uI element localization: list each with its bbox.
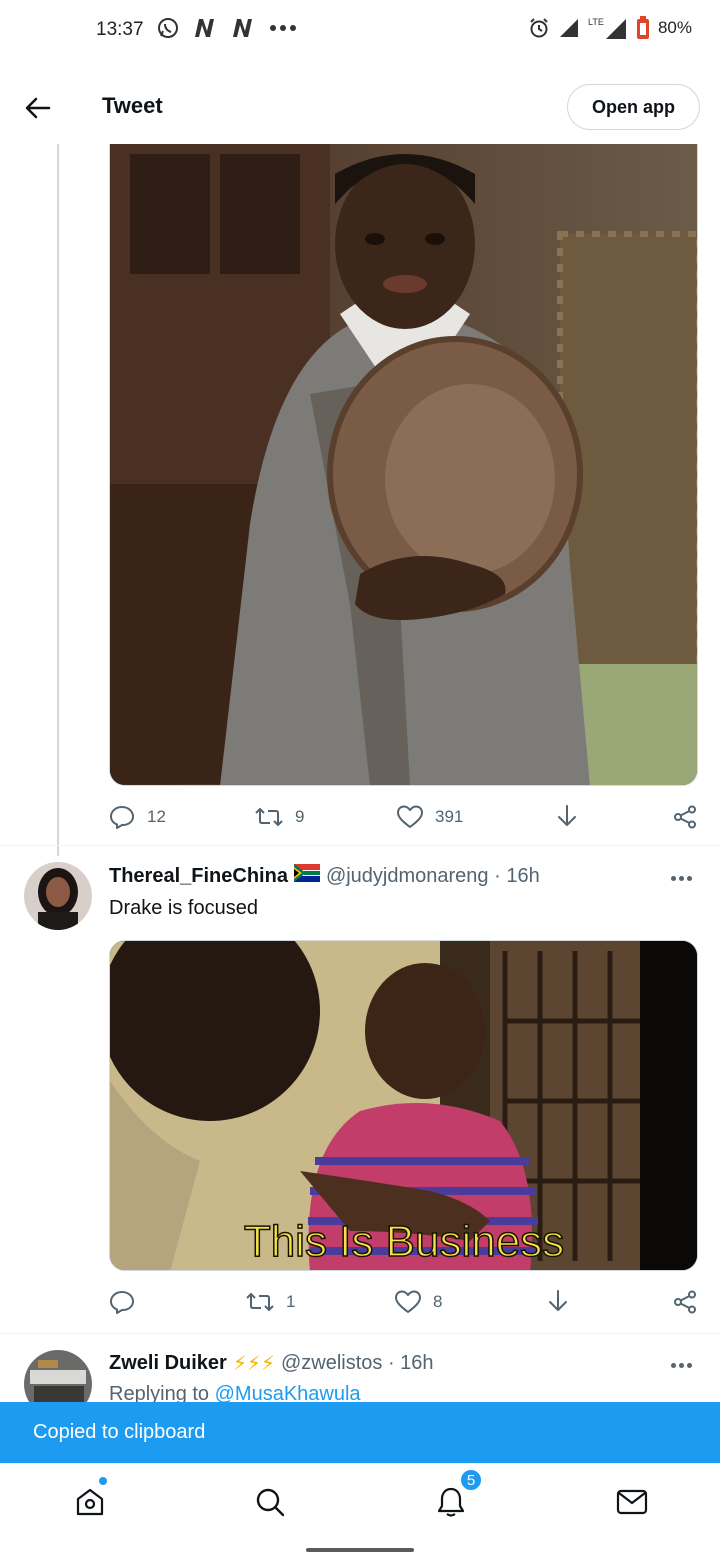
tweet-actions: 1 8 bbox=[109, 1284, 699, 1320]
download-button[interactable] bbox=[546, 1289, 570, 1315]
status-time: 13:37 bbox=[96, 19, 144, 40]
media-caption: This Is Business bbox=[244, 1217, 564, 1266]
search-icon bbox=[256, 1488, 285, 1517]
battery-icon bbox=[636, 16, 650, 40]
dot bbox=[678, 1362, 684, 1368]
share-icon bbox=[674, 1290, 696, 1314]
news-n-icon bbox=[192, 17, 218, 39]
retweet-button[interactable]: 1 bbox=[246, 1290, 295, 1314]
like-button[interactable]: 391 bbox=[397, 805, 463, 829]
home-unread-dot bbox=[98, 1476, 108, 1486]
nav-search[interactable] bbox=[250, 1482, 290, 1522]
tweet-text: Drake is focused bbox=[109, 897, 258, 919]
retweet-button[interactable]: 9 bbox=[255, 805, 304, 829]
toast-notification: Copied to clipboard bbox=[0, 1402, 720, 1463]
heart-icon bbox=[395, 1290, 421, 1313]
news-n-icon-2 bbox=[230, 17, 256, 39]
more-options-button[interactable] bbox=[666, 1355, 696, 1375]
reply-button[interactable] bbox=[109, 1289, 147, 1315]
nav-home[interactable] bbox=[70, 1476, 110, 1522]
this-is-business-gif: This Is Business bbox=[110, 941, 697, 1270]
avatar[interactable] bbox=[24, 862, 92, 930]
like-count: 8 bbox=[433, 1292, 443, 1311]
download-button[interactable] bbox=[555, 804, 579, 830]
home-icon bbox=[76, 1488, 104, 1516]
back-button[interactable] bbox=[18, 88, 58, 128]
like-button[interactable]: 8 bbox=[395, 1290, 442, 1314]
handle-and-time[interactable]: @judyjdmonareng · 16h bbox=[326, 865, 540, 888]
retweet-icon bbox=[255, 807, 283, 827]
boy-with-hat-photo bbox=[110, 144, 697, 785]
more-notifications-icon bbox=[268, 23, 298, 33]
system-home-indicator[interactable] bbox=[306, 1548, 414, 1552]
reply-icon bbox=[110, 806, 134, 829]
nav-messages[interactable] bbox=[612, 1482, 652, 1522]
dot bbox=[678, 875, 684, 881]
download-icon bbox=[558, 805, 576, 826]
tweet-actions: 12 9 391 bbox=[109, 799, 699, 835]
whatsapp-icon bbox=[156, 16, 180, 40]
alarm-icon bbox=[528, 17, 550, 39]
mail-icon bbox=[616, 1489, 648, 1515]
lightning-emoji: ⚡⚡⚡ bbox=[232, 1353, 275, 1375]
reply-count: 12 bbox=[147, 807, 166, 826]
app-header: Tweet Open app bbox=[0, 70, 720, 144]
dot bbox=[670, 875, 676, 881]
share-button[interactable] bbox=[673, 805, 697, 829]
page-title: Tweet bbox=[102, 93, 163, 118]
retweet-count: 9 bbox=[295, 807, 305, 826]
share-icon bbox=[674, 805, 696, 829]
handle-and-time[interactable]: @zwelistos · 16h bbox=[281, 1352, 434, 1375]
toast-text: Copied to clipboard bbox=[33, 1421, 206, 1443]
svg-text:LTE: LTE bbox=[588, 17, 604, 27]
signal-icon bbox=[558, 18, 580, 38]
display-name[interactable]: Zweli Duiker bbox=[109, 1352, 227, 1375]
bottom-navigation: 5 bbox=[0, 1463, 720, 1538]
download-icon bbox=[549, 1290, 567, 1311]
reply-button[interactable]: 12 bbox=[109, 804, 166, 830]
more-options-button[interactable] bbox=[666, 868, 696, 888]
notification-count-badge: 5 bbox=[459, 1468, 483, 1492]
status-bar: 13:37 LTE 80% bbox=[0, 0, 720, 62]
tweet-media-gif[interactable]: This Is Business bbox=[109, 940, 698, 1271]
thread-connector-line bbox=[57, 144, 59, 856]
share-button[interactable] bbox=[673, 1290, 697, 1314]
retweet-icon bbox=[246, 1292, 274, 1312]
status-notification-icons bbox=[156, 16, 298, 40]
tweet-media-image[interactable] bbox=[109, 144, 698, 786]
lte-signal-icon: LTE bbox=[588, 16, 628, 40]
like-count: 391 bbox=[435, 807, 464, 826]
display-name[interactable]: Thereal_FineChina bbox=[109, 865, 288, 888]
bell-icon bbox=[437, 1487, 465, 1517]
battery-percent: 80% bbox=[657, 18, 692, 37]
tweet-header: Zweli Duiker ⚡⚡⚡ @zwelistos · 16h bbox=[109, 1351, 434, 1376]
dot bbox=[670, 1362, 676, 1368]
divider bbox=[0, 1333, 720, 1334]
open-app-button[interactable]: Open app bbox=[566, 84, 700, 130]
dot bbox=[686, 875, 692, 881]
arrow-left-icon bbox=[25, 97, 51, 119]
dot bbox=[686, 1362, 692, 1368]
divider bbox=[0, 845, 720, 846]
south-africa-flag-icon bbox=[293, 864, 320, 888]
status-system-icons: LTE 80% bbox=[528, 16, 692, 40]
retweet-count: 1 bbox=[286, 1292, 296, 1311]
reply-icon bbox=[110, 1291, 134, 1314]
heart-icon bbox=[397, 805, 423, 828]
nav-notifications[interactable]: 5 bbox=[431, 1468, 483, 1522]
tweet-header: Thereal_FineChina @judyjdmonareng · 16h bbox=[109, 864, 540, 888]
user-avatar-photo bbox=[24, 862, 92, 930]
